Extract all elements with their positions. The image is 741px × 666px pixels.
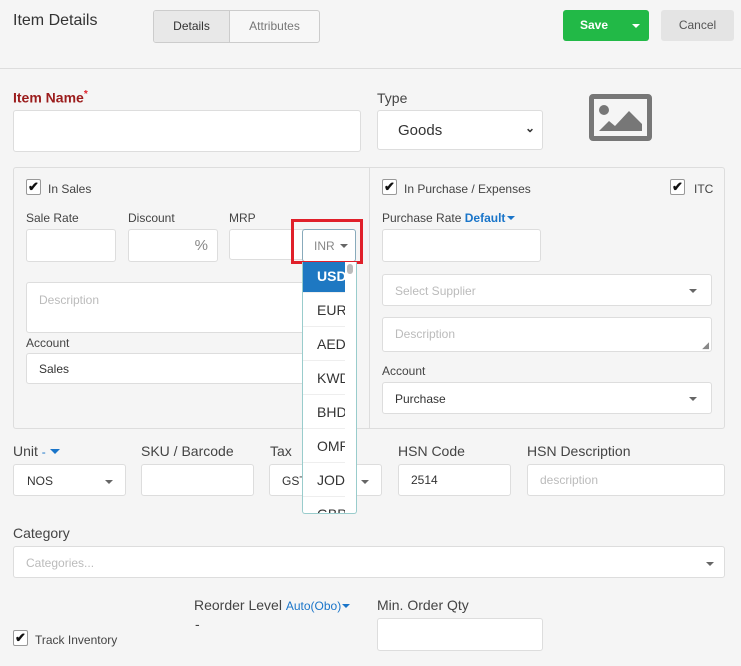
currency-option-kwd[interactable]: KWD	[303, 361, 345, 395]
itc-label: ITC	[694, 182, 714, 196]
category-label: Category	[13, 525, 70, 541]
save-label: Save	[580, 18, 609, 32]
resize-handle-icon[interactable]: ◢	[702, 340, 709, 351]
in-sales-label: In Sales	[48, 182, 92, 196]
purchase-rate-input[interactable]	[382, 229, 541, 262]
sku-input[interactable]	[141, 464, 254, 496]
caret-down-icon	[706, 562, 714, 566]
supplier-placeholder: Select Supplier	[395, 284, 476, 298]
hsn-description-placeholder: description	[540, 473, 599, 487]
purchase-description-placeholder: Description	[395, 327, 456, 341]
caret-down-icon	[507, 216, 516, 220]
image-placeholder-icon[interactable]	[589, 94, 652, 141]
panel-divider	[369, 168, 370, 428]
category-placeholder: Categories...	[26, 556, 95, 570]
sale-rate-label: Sale Rate	[26, 211, 79, 225]
purchase-rate-label: Purchase Rate Default	[382, 211, 516, 225]
purchase-account-value: Purchase	[395, 392, 446, 406]
discount-input[interactable]: %	[128, 229, 218, 262]
caret-down-icon	[689, 289, 697, 293]
currency-dropdown-list: USD EUR AED KWD BHD OMR JOD GBP	[302, 262, 357, 514]
in-sales-checkbox[interactable]: ✔	[26, 179, 41, 195]
type-value: Goods	[398, 122, 443, 139]
currency-option-gbp[interactable]: GBP	[303, 497, 345, 513]
currency-option-bhd[interactable]: BHD	[303, 395, 345, 429]
chevron-down-icon: ⌄	[524, 121, 535, 135]
hsn-description-label: HSN Description	[527, 443, 631, 459]
sales-account-select[interactable]: Sales	[26, 353, 316, 384]
sales-description-input[interactable]: Description	[26, 282, 316, 333]
reorder-mode-dropdown[interactable]: Auto(Obo)	[286, 599, 341, 613]
category-select[interactable]: Categories...	[13, 546, 725, 578]
save-button[interactable]: Save	[563, 10, 649, 41]
reorder-level-label: Reorder Level Auto(Obo)	[194, 597, 351, 613]
cancel-button[interactable]: Cancel	[661, 10, 734, 41]
track-inventory-checkbox[interactable]: ✔	[13, 630, 28, 646]
required-mark: *	[83, 89, 88, 100]
currency-option-usd[interactable]: USD	[303, 262, 345, 293]
hsn-code-input[interactable]: 2514	[398, 464, 511, 496]
sale-rate-input[interactable]	[26, 229, 116, 262]
currency-option-eur[interactable]: EUR	[303, 293, 345, 327]
discount-label: Discount	[128, 211, 175, 225]
currency-option-jod[interactable]: JOD	[303, 463, 345, 497]
track-inventory-label: Track Inventory	[35, 633, 118, 647]
caret-down-icon	[342, 604, 351, 608]
unit-value: NOS	[27, 474, 54, 488]
percent-unit: %	[194, 237, 208, 254]
unit-mode-dropdown[interactable]: -	[42, 445, 46, 459]
page-title: Item Details	[13, 12, 98, 29]
save-dropdown-caret-icon[interactable]	[632, 24, 640, 28]
hsn-code-label: HSN Code	[398, 443, 465, 459]
tab-details[interactable]: Details	[154, 11, 230, 42]
in-purchase-checkbox[interactable]: ✔	[382, 179, 397, 195]
itc-checkbox[interactable]: ✔	[670, 179, 685, 195]
hsn-code-value: 2514	[411, 473, 438, 487]
in-purchase-label: In Purchase / Expenses	[404, 182, 531, 196]
min-order-qty-input[interactable]	[377, 618, 543, 651]
caret-down-icon	[49, 449, 60, 454]
sales-account-label: Account	[26, 336, 70, 350]
unit-label: Unit -	[13, 443, 60, 459]
supplier-select[interactable]: Select Supplier	[382, 274, 712, 306]
min-order-qty-label: Min. Order Qty	[377, 597, 469, 613]
purchase-rate-mode-dropdown[interactable]: Default	[465, 211, 506, 225]
unit-select[interactable]: NOS	[13, 464, 126, 496]
sku-label: SKU / Barcode	[141, 443, 234, 459]
mrp-label: MRP	[229, 211, 256, 225]
caret-down-icon	[689, 397, 697, 401]
type-label: Type	[377, 90, 408, 106]
item-name-label: Item Name*	[13, 89, 88, 106]
highlight-box	[291, 219, 363, 264]
type-select[interactable]: Goods ⌄	[377, 110, 543, 150]
hsn-description-input[interactable]: description	[527, 464, 725, 496]
item-name-input[interactable]	[13, 110, 361, 152]
header-divider	[0, 68, 741, 69]
dropdown-scrollbar[interactable]	[347, 264, 353, 274]
sales-description-placeholder: Description	[39, 293, 100, 307]
caret-down-icon	[361, 480, 369, 484]
reorder-level-value: -	[195, 616, 200, 632]
purchase-account-label: Account	[382, 364, 426, 378]
tab-attributes[interactable]: Attributes	[230, 11, 319, 42]
purchase-account-select[interactable]: Purchase	[382, 382, 712, 414]
caret-down-icon	[105, 480, 113, 484]
tax-label: Tax	[270, 443, 292, 459]
currency-option-omr[interactable]: OMR	[303, 429, 345, 463]
currency-option-aed[interactable]: AED	[303, 327, 345, 361]
sales-account-value: Sales	[39, 362, 70, 376]
purchase-description-input[interactable]: Description ◢	[382, 317, 712, 352]
tab-group: Details Attributes	[153, 10, 320, 43]
